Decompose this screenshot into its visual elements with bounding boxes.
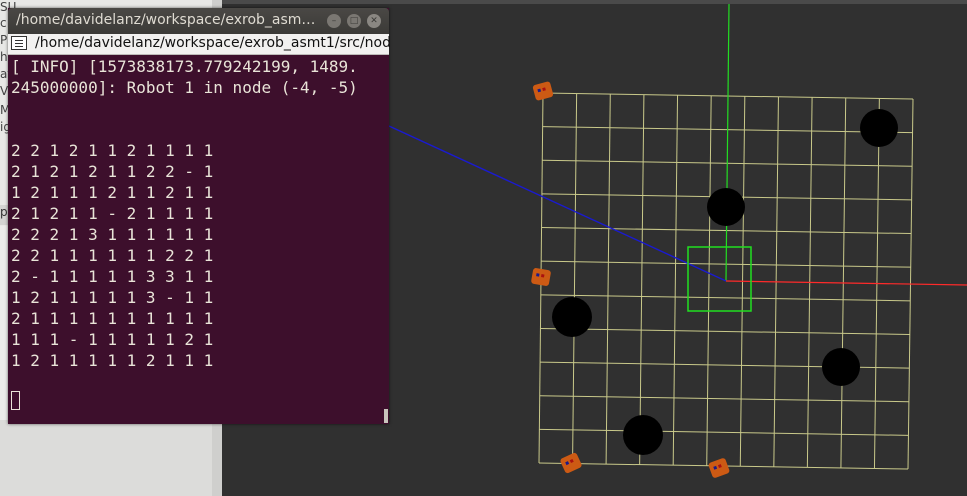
minimize-icon[interactable]: – bbox=[327, 14, 341, 28]
log-line: 245000000]: Robot 1 in node (-4, -5) bbox=[11, 78, 358, 97]
grid-line bbox=[540, 327, 910, 335]
grid-row: 2 1 2 1 1 - 2 1 1 1 1 bbox=[11, 204, 214, 223]
obstacle bbox=[707, 188, 745, 226]
obstacle bbox=[860, 109, 898, 147]
log-line: [ INFO] [1573838173.779242199, 1489. bbox=[11, 57, 358, 76]
terminal-tab-label[interactable]: /home/davidelanz/workspace/exrob_asmt1/s… bbox=[35, 35, 391, 51]
grid-line bbox=[539, 395, 909, 403]
grid-row: 2 2 1 2 1 1 2 1 1 1 1 bbox=[11, 141, 214, 160]
robot-marker bbox=[560, 452, 582, 474]
grid-row: 2 - 1 1 1 1 1 3 3 1 1 bbox=[11, 267, 214, 286]
grid-row: 2 2 2 1 3 1 1 1 1 1 1 bbox=[11, 225, 214, 244]
grid-line bbox=[672, 95, 679, 466]
close-icon[interactable]: ✕ bbox=[367, 14, 381, 28]
terminal-tab-bar: /home/davidelanz/workspace/exrob_asmt1/s… bbox=[8, 34, 391, 55]
grid-line bbox=[639, 94, 645, 465]
robot-link-line bbox=[388, 125, 727, 282]
grid-row: 1 1 1 - 1 1 1 1 1 2 1 bbox=[11, 330, 214, 349]
obstacle bbox=[822, 348, 860, 386]
x-axis-line bbox=[725, 280, 967, 286]
robot-marker bbox=[531, 268, 551, 286]
maximize-icon[interactable]: □ bbox=[347, 14, 361, 28]
y-axis-line bbox=[725, 3, 730, 282]
grid-row: 1 2 1 1 1 1 1 2 1 1 1 bbox=[11, 351, 214, 370]
current-node-box bbox=[687, 246, 752, 312]
grid-row: 2 1 2 1 2 1 1 2 2 - 1 bbox=[11, 162, 214, 181]
terminal-window[interactable]: /home/davidelanz/workspace/exrob_asm… – … bbox=[8, 8, 391, 424]
obstacle bbox=[552, 297, 592, 337]
grid-line bbox=[605, 94, 611, 465]
terminal-scrollbar[interactable] bbox=[384, 409, 388, 423]
window-title: /home/davidelanz/workspace/exrob_asm… bbox=[16, 12, 316, 28]
terminal-titlebar[interactable]: /home/davidelanz/workspace/exrob_asm… – … bbox=[8, 8, 389, 34]
grid-line bbox=[540, 294, 911, 302]
terminal-tab-icon bbox=[11, 36, 27, 50]
grid-row: 1 2 1 1 1 2 1 1 2 1 1 bbox=[11, 183, 214, 202]
robot-marker bbox=[708, 458, 730, 478]
robot-marker bbox=[532, 81, 554, 101]
grid-line bbox=[572, 93, 578, 464]
grid-line bbox=[539, 428, 909, 436]
terminal-output[interactable]: [ INFO] [1573838173.779242199, 1489. 245… bbox=[8, 55, 389, 424]
grid-row: 2 1 1 1 1 1 1 1 1 1 1 bbox=[11, 309, 214, 328]
terminal-cursor bbox=[11, 391, 20, 410]
grid-row: 2 2 1 1 1 1 1 1 2 2 1 bbox=[11, 246, 214, 265]
grid-row: 1 2 1 1 1 1 1 3 - 1 1 bbox=[11, 288, 214, 307]
obstacle bbox=[623, 415, 663, 455]
grid-line bbox=[706, 95, 712, 466]
